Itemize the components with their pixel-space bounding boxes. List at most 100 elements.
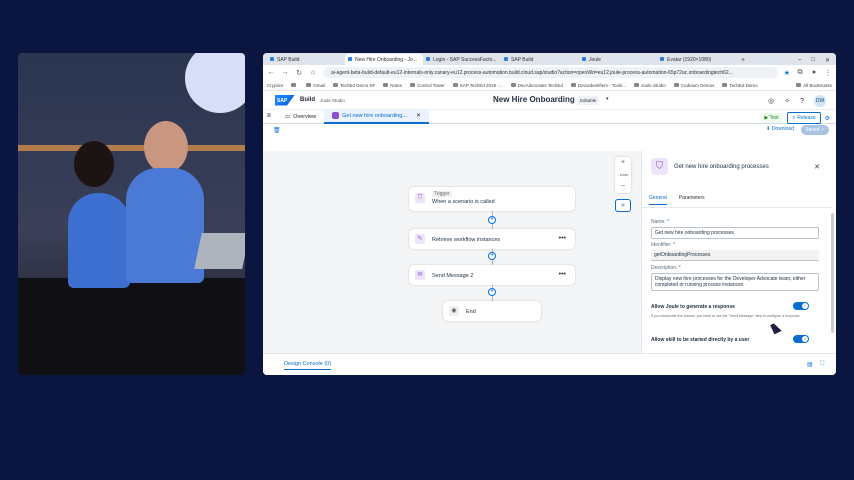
zoom-out-button[interactable]: −	[615, 181, 631, 193]
tab-skill[interactable]: Get new hire onboarding... ✕	[324, 109, 429, 124]
video-counter	[18, 278, 245, 375]
add-step-button[interactable]: +	[488, 252, 496, 260]
divider	[642, 207, 832, 208]
panel-title: Get new hire onboarding processes	[674, 164, 769, 170]
home-icon[interactable]: ⌂	[309, 69, 317, 76]
browser-tab[interactable]: SAP Build	[267, 54, 345, 65]
trigger-step[interactable]: ⛉ Trigger When a scenario is called	[409, 187, 575, 211]
description-field[interactable]: Display new hire processes for the Devel…	[651, 273, 819, 291]
help-icon[interactable]: ?	[800, 98, 804, 105]
presenter-1-head	[74, 141, 114, 187]
close-icon[interactable]: ✕	[814, 163, 820, 171]
profile-icon[interactable]: ●	[810, 69, 818, 76]
sap-logo[interactable]: SAP	[275, 94, 295, 106]
all-bookmarks[interactable]: All Bookmarks	[796, 83, 832, 88]
step-send-message[interactable]: ✉ Send Message 2 •••	[409, 265, 575, 285]
add-step-button[interactable]: +	[488, 216, 496, 224]
bookmarks-bar: Cryptics Gmail TechEd Demo SF Notes Cont…	[263, 80, 836, 91]
chevron-down-icon[interactable]: ▾	[606, 96, 609, 102]
step-retrieve-workflow[interactable]: ✎ Retrieve workflow instances •••	[409, 229, 575, 249]
extensions-icon[interactable]: ⧉	[796, 69, 804, 77]
tab-general[interactable]: General	[649, 195, 667, 205]
flow-canvas[interactable]: ⛉ Trigger When a scenario is called + ✎ …	[263, 151, 641, 353]
close-window-icon[interactable]: ✕	[825, 57, 830, 64]
browser-tab[interactable]: SAP Build	[501, 54, 579, 65]
bookmark[interactable]: SAP TechEd 2025 -...	[452, 83, 503, 88]
name-field[interactable]: Get new hire onboarding processes	[651, 227, 819, 239]
gear-icon[interactable]: ⚙	[825, 115, 830, 122]
avatar[interactable]: DW	[814, 95, 826, 107]
step-label: Retrieve workflow instances	[432, 237, 501, 243]
joule-icon[interactable]: ✧	[784, 97, 790, 105]
identifier-label: Identifier: *	[651, 242, 675, 248]
trash-icon[interactable]: 🗑	[273, 127, 281, 134]
back-icon[interactable]: ←	[267, 69, 275, 76]
add-step-button[interactable]: +	[488, 288, 496, 296]
bookmark[interactable]: Notes	[383, 83, 402, 88]
editor-tab-bar: ⧈ ▭ Overview Get new hire onboarding... ✕ …	[263, 109, 836, 124]
bookmark[interactable]	[291, 83, 298, 88]
menu-icon[interactable]: ⋮	[824, 69, 832, 77]
panel-tabs: General Parameters	[649, 195, 705, 205]
maximize-icon[interactable]: □	[811, 57, 815, 64]
bookmark[interactable]: Control Tower	[410, 83, 445, 88]
end-step[interactable]: ◉ End	[443, 301, 541, 321]
more-icon[interactable]: •••	[559, 235, 566, 242]
presenter-video	[18, 53, 245, 375]
reload-icon[interactable]: ↻	[295, 69, 303, 77]
fullscreen-icon[interactable]: ⛶	[820, 361, 824, 368]
headset-icon[interactable]: ◎	[768, 97, 774, 105]
bookmark[interactable]: DevoIdentifiers - Tools...	[570, 83, 626, 88]
message-icon: ✉	[415, 270, 425, 280]
bottom-bar: Design Console (0) ▤ ⛶	[263, 353, 836, 375]
skill-icon	[332, 112, 340, 119]
new-tab-button[interactable]: +	[735, 57, 751, 65]
bookmark[interactable]: Codeium Demos	[673, 83, 714, 88]
close-tab-icon[interactable]: ✕	[416, 112, 421, 119]
bookmark[interactable]: Gmail	[306, 83, 325, 88]
shell-bar: SAP Build Joule Studio New Hire Onboardi…	[263, 91, 836, 110]
bookmark[interactable]: Cryptics	[267, 83, 283, 88]
zoom-in-button[interactable]: +	[615, 157, 631, 169]
action-icon: ✎	[415, 234, 425, 244]
browser-tab[interactable]: Joule	[579, 54, 657, 65]
bookmark-star-icon[interactable]: ★	[784, 69, 790, 77]
laptop	[194, 233, 245, 269]
forward-icon[interactable]: →	[281, 69, 289, 76]
browser-tab[interactable]: Login - SAP SuccessFacto...	[423, 54, 501, 65]
properties-panel: ⛉ Get new hire onboarding processes ✕ Ge…	[641, 151, 836, 353]
scrollbar[interactable]	[831, 213, 834, 333]
more-icon[interactable]: •••	[559, 271, 566, 278]
subproduct-name: Joule Studio	[320, 97, 345, 103]
toggle-joule-response[interactable]	[793, 302, 809, 310]
release-button[interactable]: ⇪ Release	[786, 112, 821, 124]
url-input[interactable]: ai-agent-beta-build-default-eu12-interna…	[323, 67, 778, 78]
end-label: End	[466, 309, 476, 315]
address-bar: ← → ↻ ⌂ ai-agent-beta-build-default-eu12…	[263, 65, 836, 80]
apps-grid-icon	[291, 83, 297, 88]
tab-favicon-icon	[504, 57, 508, 61]
tab-parameters[interactable]: Parameters	[679, 195, 705, 205]
design-console-tab[interactable]: Design Console (0)	[284, 361, 332, 370]
bookmark[interactable]: Joule Studio	[634, 83, 666, 88]
editor-toolbar: 🗑 ⬇ Download Saved ✓	[263, 124, 836, 136]
download-button[interactable]: ⬇ Download	[766, 126, 794, 132]
bookmark[interactable]: TechEd Demo	[722, 83, 758, 88]
toggle-start-directly-label: Allow skill to be started directly by a …	[651, 337, 750, 343]
browser-tab-active[interactable]: New Hire Onboarding - Jo...	[345, 54, 423, 65]
tab-favicon-icon	[426, 57, 430, 61]
toggle-start-directly[interactable]	[793, 335, 809, 343]
panel-toggle-icon[interactable]: ⧈	[267, 113, 277, 120]
mouse-cursor	[770, 321, 782, 335]
minimize-icon[interactable]: –	[798, 57, 801, 64]
expand-panel-button[interactable]: »	[615, 199, 631, 212]
tab-overview[interactable]: ▭ Overview	[277, 110, 324, 124]
tab-favicon-icon	[270, 57, 274, 61]
bookmark[interactable]: TechEd Demo SF	[333, 83, 375, 88]
browser-tab[interactable]: Evatar (1920×1080)	[657, 54, 735, 65]
folder-icon	[796, 83, 802, 88]
test-button[interactable]: ▶ Test	[760, 113, 783, 123]
product-name: Build	[300, 97, 315, 103]
bookmark[interactable]: DevAdvocates TechEd	[510, 83, 563, 88]
panel-layout-icon[interactable]: ▤	[807, 361, 813, 368]
